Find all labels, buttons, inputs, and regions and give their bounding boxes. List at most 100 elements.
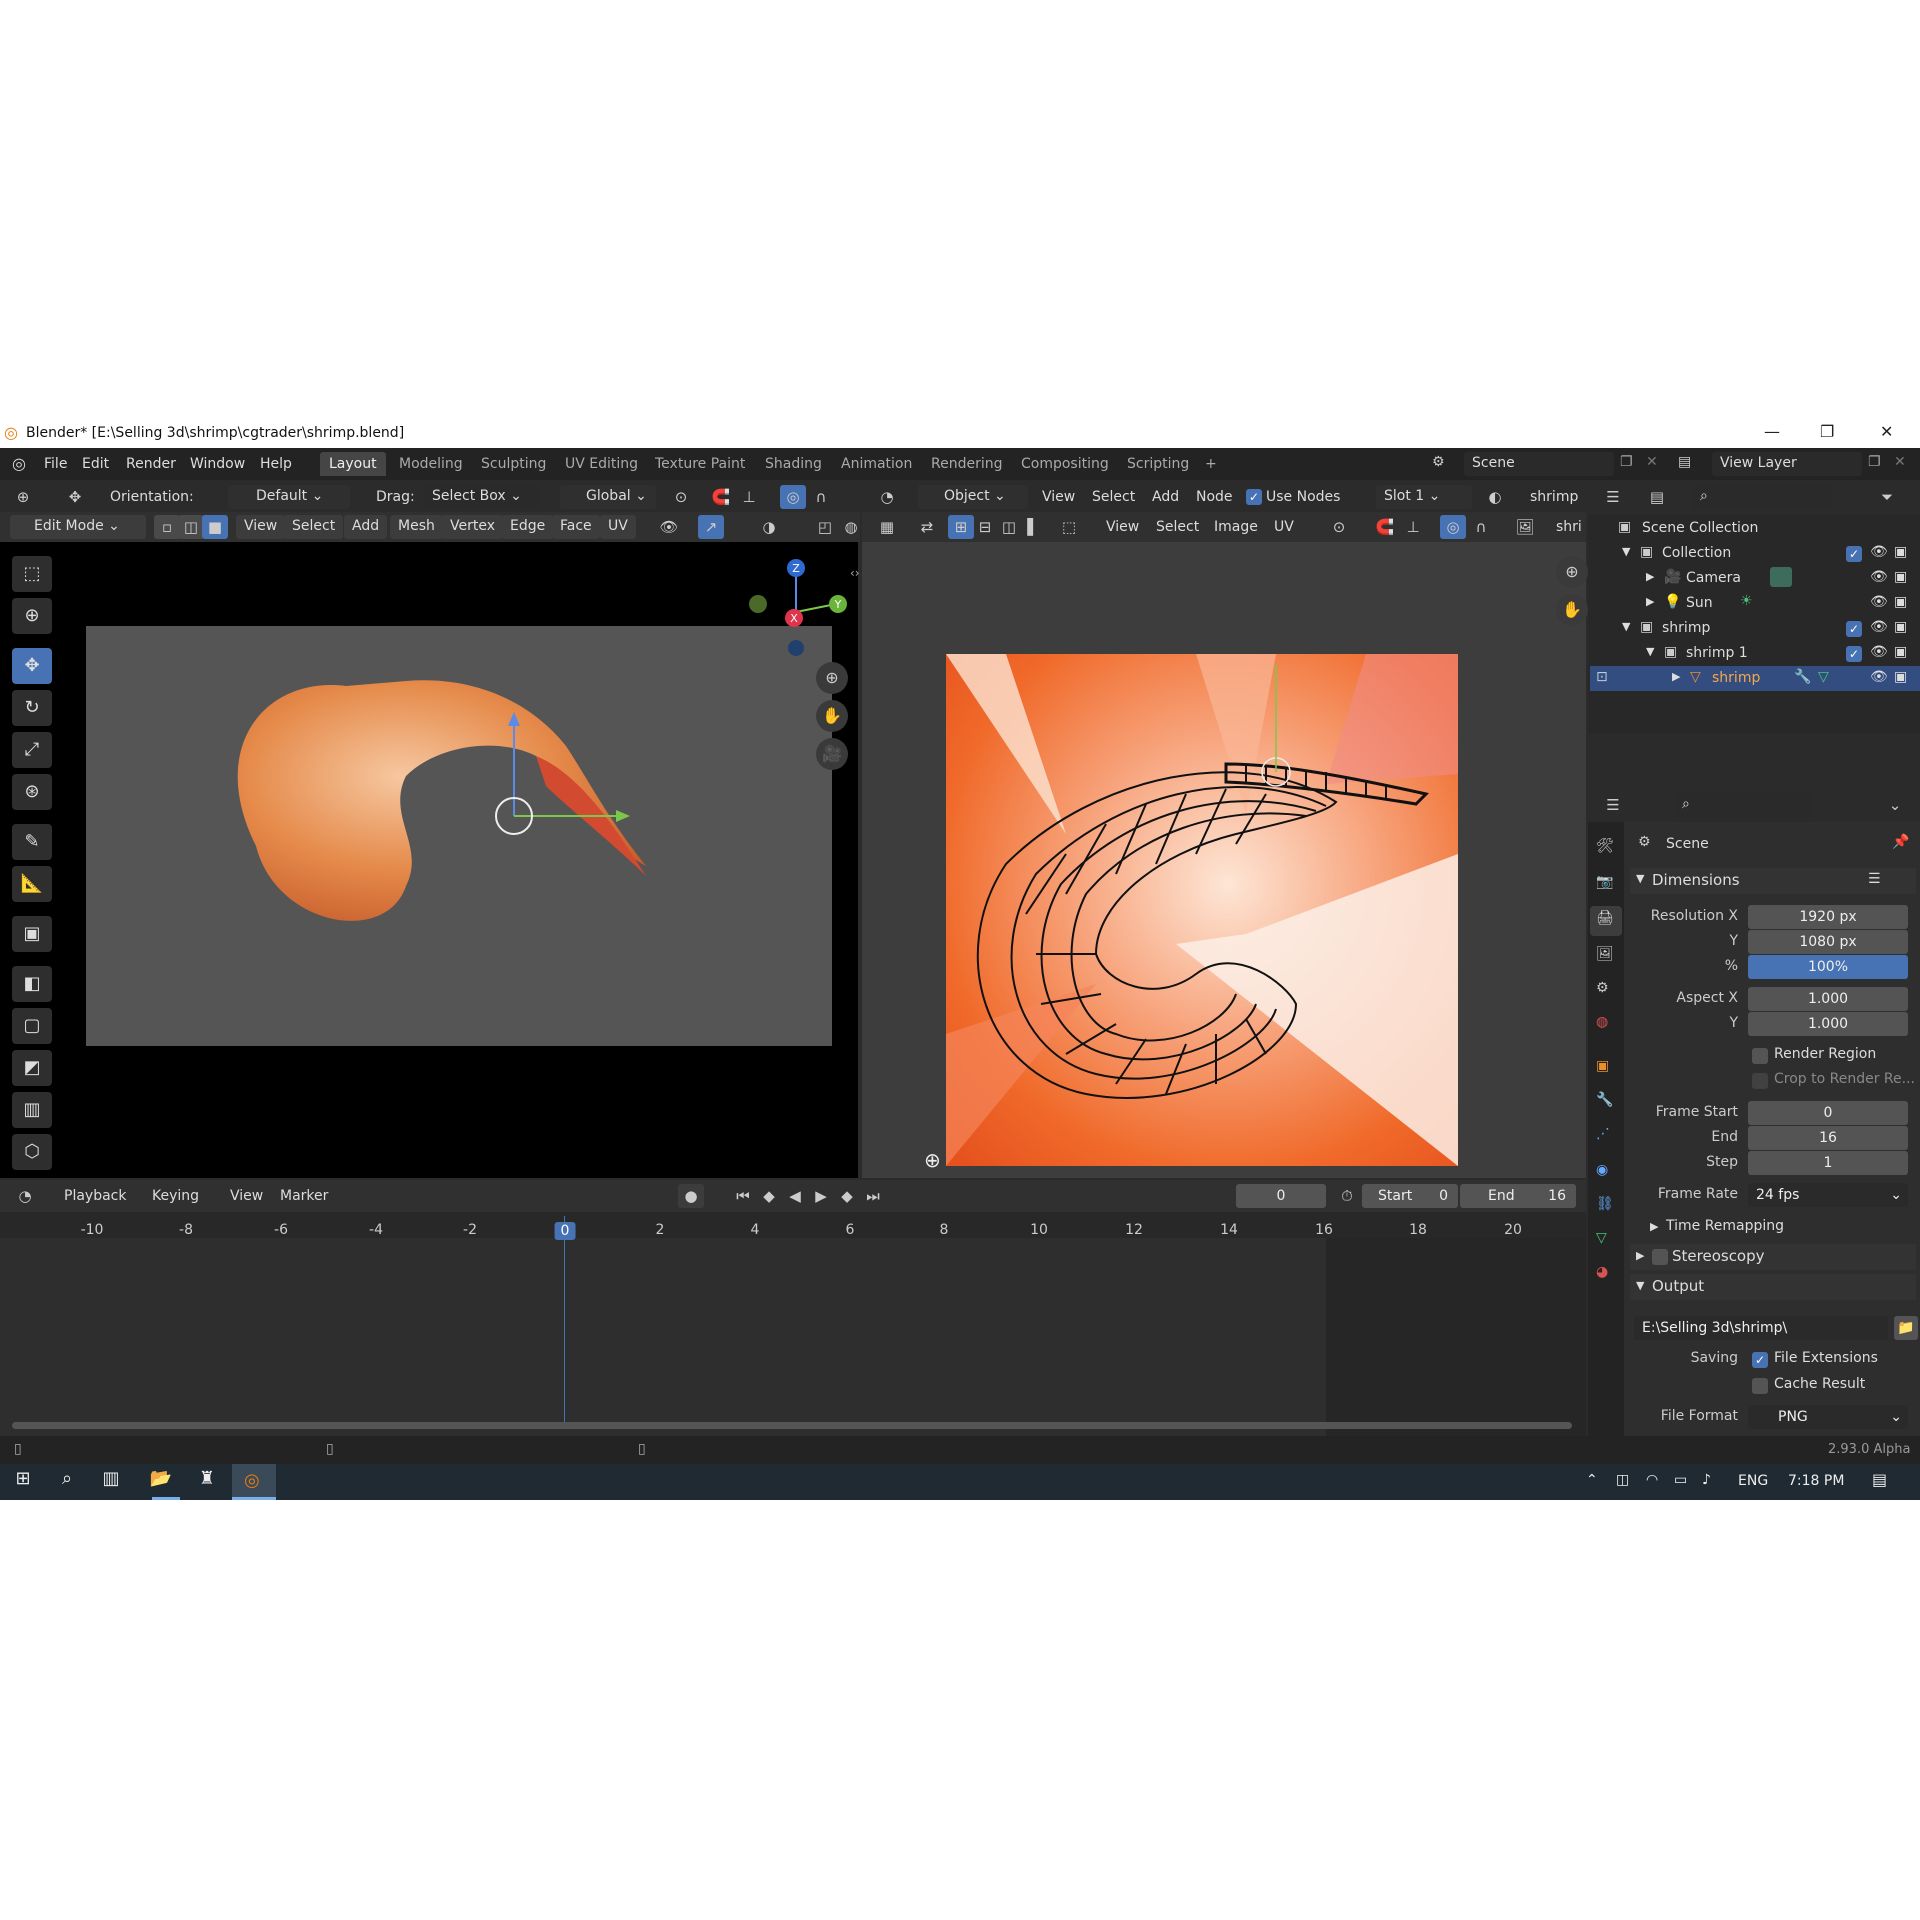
panel-expand-icon[interactable]: ▼ <box>1636 872 1644 885</box>
outliner-row-shrimp-1[interactable]: ▼ ▣ shrimp 1 ✓ 👁 ▣ <box>1590 641 1920 666</box>
menu-keying[interactable]: Keying <box>152 1188 199 1204</box>
bevel-tool-icon[interactable]: ◩ <box>12 1050 52 1086</box>
tab-rendering[interactable]: Rendering <box>922 452 1012 476</box>
camera-data-icon[interactable] <box>1770 567 1792 587</box>
data-tab-icon[interactable]: ▽ <box>1596 1230 1607 1246</box>
inset-tool-icon[interactable]: ▢ <box>12 1008 52 1044</box>
uv-falloff-icon[interactable]: ∩ <box>1468 515 1494 539</box>
edge-select-icon[interactable]: ◫ <box>178 515 204 539</box>
jump-start-icon[interactable]: ⏮ <box>730 1184 756 1208</box>
move-tool-button-icon[interactable]: ✥ <box>12 648 52 684</box>
remove-scene-icon[interactable]: ✕ <box>1646 454 1658 470</box>
pan-icon[interactable]: ✋ <box>816 700 848 732</box>
orientation-dropdown[interactable]: Default ⌄ <box>228 485 350 509</box>
tab-layout[interactable]: Layout <box>320 452 386 476</box>
overlay-icon[interactable]: ◑ <box>756 515 782 539</box>
image-name[interactable]: shri <box>1556 519 1582 535</box>
constraints-tab-icon[interactable]: ⛓ <box>1596 1196 1614 1212</box>
eye-icon[interactable]: 👁 <box>1870 544 1888 560</box>
outliner-row-camera[interactable]: ▶ 🎥 Camera 👁 ▣ <box>1590 566 1920 591</box>
properties-editor-icon[interactable]: ☰ <box>1600 793 1626 817</box>
navigation-gizmo[interactable]: Z Y X <box>738 556 848 666</box>
move-tool-icon[interactable]: ✥ <box>62 485 88 509</box>
uv-proportional-icon[interactable]: ◎ <box>1440 515 1466 539</box>
meet-now-icon[interactable]: ◫ <box>1616 1472 1629 1488</box>
aspect-y-field[interactable]: 1.000 <box>1748 1012 1908 1036</box>
menu-mesh[interactable]: Mesh <box>390 515 443 539</box>
end-frame-field[interactable]: End 16 <box>1460 1184 1576 1208</box>
task-view-icon[interactable]: ▥ <box>96 1468 126 1494</box>
battery-icon[interactable]: ▭ <box>1674 1472 1687 1488</box>
vertex-select-icon[interactable]: ▫ <box>154 515 180 539</box>
world-tab-icon[interactable]: ◍ <box>1596 1014 1608 1030</box>
menu-face[interactable]: Face <box>552 515 600 539</box>
select-box-tool-icon[interactable]: ⬚ <box>12 556 52 592</box>
uv-pivot-icon[interactable]: ⊙ <box>1326 515 1352 539</box>
proportional-edit-icon[interactable]: ◎ <box>780 485 806 509</box>
sticky-select-icon[interactable]: ⬚ <box>1056 515 1082 539</box>
uv-island-mode-icon[interactable]: ▌ <box>1020 515 1046 539</box>
jump-prev-key-icon[interactable]: ◆ <box>756 1184 782 1208</box>
expand-icon[interactable]: ▼ <box>1622 620 1630 633</box>
tab-scripting[interactable]: Scripting <box>1118 452 1198 476</box>
use-nodes-checkbox[interactable]: ✓ <box>1246 489 1262 505</box>
viewport-3d[interactable]: Z Y X ⊕ ✋ 🎥 ‹› ⬚ ⊕ ✥ ↻ ⤢ ⊛ ✎ 📐 ▣ ◧ ▢ ◩ ▥… <box>0 542 860 1178</box>
timeline-ruler[interactable] <box>0 1212 1586 1238</box>
uv-pan-icon[interactable]: ✋ <box>1556 594 1588 626</box>
scene-icon[interactable]: ⚙ <box>1432 454 1445 470</box>
stereoscopy-panel-header[interactable]: ▶ Stereoscopy <box>1630 1244 1916 1270</box>
physics-tab-icon[interactable]: ◉ <box>1596 1162 1608 1178</box>
material-icon[interactable]: ◐ <box>1482 485 1508 509</box>
menu-edit[interactable]: Edit <box>82 456 109 472</box>
sun-data-icon[interactable]: ☀ <box>1740 593 1753 609</box>
clock[interactable]: 7:18 PM <box>1788 1473 1844 1489</box>
edit-mode-icon[interactable]: ⊡ <box>1596 669 1608 685</box>
outliner-editor-icon[interactable]: ☰ <box>1600 485 1626 509</box>
material-tab-icon[interactable]: ◕ <box>1596 1264 1608 1280</box>
windows-start-icon[interactable]: ⊞ <box>8 1468 38 1494</box>
timeline-area[interactable] <box>0 1212 1586 1436</box>
filter-icon[interactable]: ⏷ <box>1874 485 1900 509</box>
zoom-icon[interactable]: ⊕ <box>816 662 848 694</box>
render-camera-icon[interactable]: ▣ <box>1894 569 1907 585</box>
uv-vertex-mode-icon[interactable]: ⊞ <box>948 515 974 539</box>
tab-compositing[interactable]: Compositing <box>1012 452 1118 476</box>
render-camera-icon[interactable]: ▣ <box>1894 544 1907 560</box>
search-icon[interactable]: ⌕ <box>52 1468 82 1494</box>
particles-tab-icon[interactable]: ⋰ <box>1596 1126 1610 1142</box>
file-format-dropdown[interactable]: PNG ⌄ <box>1748 1405 1908 1429</box>
annotate-tool-icon[interactable]: ✎ <box>12 824 52 860</box>
outliner-row-sun[interactable]: ▶ 💡 Sun ☀ 👁 ▣ <box>1590 591 1920 616</box>
camera-view-icon[interactable]: 🎥 <box>816 738 848 770</box>
play-reverse-icon[interactable]: ◀ <box>782 1184 808 1208</box>
file-extensions-checkbox[interactable]: ✓ <box>1752 1352 1768 1368</box>
snap-target-icon[interactable]: ⊥ <box>736 485 762 509</box>
menu-uv-3d[interactable]: UV <box>600 515 636 539</box>
cursor-tool-icon[interactable]: ⊕ <box>12 598 52 634</box>
display-mode-icon[interactable]: ▤ <box>1644 485 1670 509</box>
aspect-x-field[interactable]: 1.000 <box>1748 987 1908 1011</box>
output-path-field[interactable]: E:\Selling 3d\shrimp\ <box>1634 1316 1888 1340</box>
tray-chevron-icon[interactable]: ⌃ <box>1586 1472 1598 1488</box>
snap-icon[interactable]: 🧲 <box>708 485 734 509</box>
panel-expand-icon[interactable]: ▶ <box>1636 1249 1644 1262</box>
knife-tool-icon[interactable]: ⬡ <box>12 1134 52 1170</box>
remove-view-layer-icon[interactable]: ✕ <box>1894 454 1906 470</box>
menu-file[interactable]: File <box>44 456 67 472</box>
modifier-icon[interactable]: 🔧 <box>1794 669 1811 685</box>
menu-playback[interactable]: Playback <box>64 1188 126 1204</box>
outliner-row-scene-collection[interactable]: ▣ Scene Collection <box>1590 516 1920 541</box>
transform-gizmo[interactable] <box>480 702 640 842</box>
uv-edge-mode-icon[interactable]: ⊟ <box>972 515 998 539</box>
record-icon[interactable]: ● <box>678 1184 704 1208</box>
jump-end-icon[interactable]: ⏭ <box>860 1184 886 1208</box>
scene-tab-icon[interactable]: ⚙ <box>1596 980 1609 996</box>
modifier-tab-icon[interactable]: 🔧 <box>1596 1092 1613 1108</box>
close-icon[interactable]: ✕ <box>1880 422 1893 441</box>
time-remapping-header[interactable]: Time Remapping <box>1666 1218 1784 1234</box>
menu-add-node[interactable]: Add <box>1152 489 1179 505</box>
play-icon[interactable]: ▶ <box>808 1184 834 1208</box>
tab-texture-paint[interactable]: Texture Paint <box>646 452 754 476</box>
tab-shading[interactable]: Shading <box>756 452 831 476</box>
menu-vertex[interactable]: Vertex <box>442 515 504 539</box>
